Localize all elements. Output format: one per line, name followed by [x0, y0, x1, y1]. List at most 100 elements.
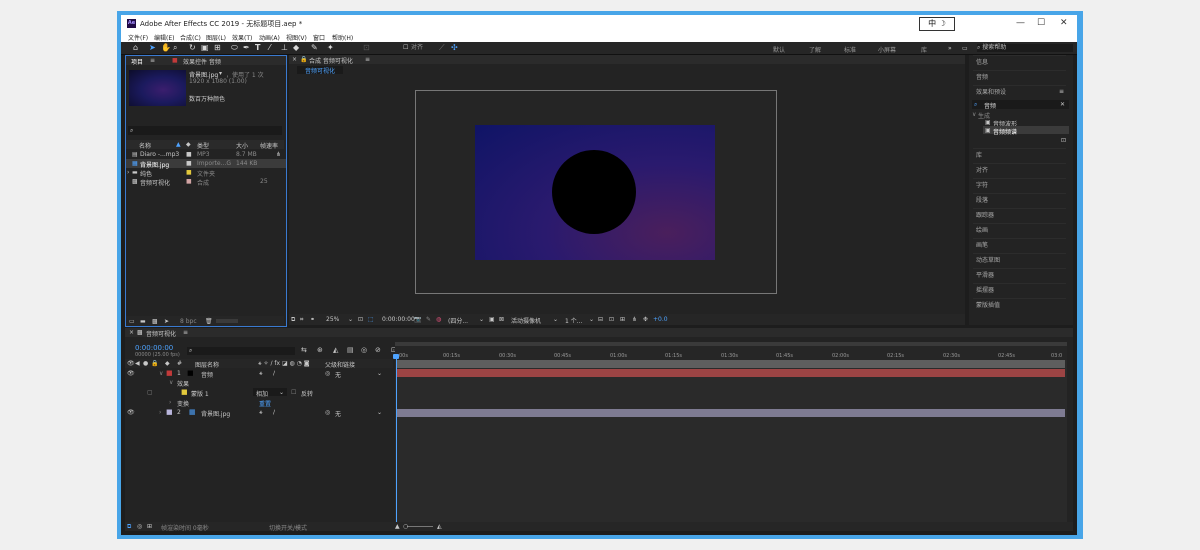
pick-whip-icon[interactable]: ◎	[325, 409, 330, 416]
layer-sub-transform[interactable]: › 变换 重置	[125, 398, 393, 408]
panel-info[interactable]: 信息	[973, 55, 1066, 68]
project-search-input[interactable]: ⌕	[128, 126, 282, 135]
layer-row-background[interactable]: 👁 › ■ 2 ▦ 背景图.jpg ⚹ ∕ ◎ 无 ⌄	[125, 408, 393, 418]
vr-icon[interactable]: ⚭	[310, 316, 315, 323]
pan-behind-tool-icon[interactable]: ⊞	[214, 44, 221, 52]
search-help-field[interactable]: ⌕ 搜索帮助	[977, 44, 1073, 52]
label-column-icon[interactable]: ◆	[186, 141, 191, 148]
expand-chevron-icon[interactable]: ∨	[169, 379, 173, 386]
project-scrollbar[interactable]	[216, 319, 238, 323]
panel-mask-interpolation[interactable]: 蒙版插值	[973, 298, 1066, 311]
video-toggle-icon[interactable]: 👁	[127, 360, 135, 367]
snapshot-icon[interactable]: 📷	[414, 316, 421, 323]
menu-view[interactable]: 视图(V)	[286, 33, 307, 42]
transform-reset-link[interactable]: 重置	[259, 399, 271, 408]
zoom-value[interactable]: 25%	[326, 316, 339, 323]
render-queue-icon[interactable]: ➤	[164, 318, 169, 325]
comp-viewer-frame[interactable]	[415, 90, 777, 294]
table-row[interactable]: › ▬ 纯色 ■ 文件夹	[126, 168, 286, 178]
fast-draft-icon[interactable]: ⊡	[609, 316, 614, 323]
panel-paragraph[interactable]: 段落	[973, 193, 1066, 206]
resolution-value[interactable]: (四分...	[448, 316, 468, 325]
flowchart-icon[interactable]: ⋔	[632, 316, 637, 323]
more-workspaces-icon[interactable]: »	[948, 45, 952, 52]
selection-tool-icon[interactable]: ➤	[149, 44, 156, 52]
composition-subtab[interactable]: 音频可视化	[297, 66, 344, 75]
draft-3d-icon[interactable]: ⊛	[317, 346, 323, 354]
expand-chevron-icon[interactable]: ›	[169, 399, 171, 406]
effect-audio-spectrum[interactable]: 音频频谱	[993, 127, 1017, 136]
layer-row-audio[interactable]: 👁 ∨ ■ 1 ■ 音频 ⚹ ∕ ◎ 无 ⌄	[125, 369, 393, 379]
type-tool-icon[interactable]: T	[255, 44, 260, 52]
region-of-interest-icon[interactable]: ⬚	[368, 316, 374, 323]
table-row[interactable]: ▦ 背景图.jpg ■ Importe...G 144 KB	[126, 159, 286, 169]
table-row[interactable]: ▤ Diaro -...mp3 ■ MP3 8.7 MB ⋔	[126, 150, 286, 159]
workspace-standard[interactable]: 标准	[844, 45, 856, 54]
lock-toggle-icon[interactable]: 🔒	[151, 360, 158, 367]
menu-animation[interactable]: 动画(A)	[259, 33, 280, 42]
tree-expand-icon[interactable]: ∨	[972, 111, 976, 118]
timeline-timecode[interactable]: 0:00:00:00	[135, 344, 173, 352]
expand-icon[interactable]: ✣	[451, 44, 458, 52]
col-fps[interactable]: 帧速率	[260, 141, 278, 150]
rotate-tool-icon[interactable]: ↻	[189, 44, 196, 52]
mask-mode-dropdown[interactable]: 相加 ⌄	[253, 388, 287, 398]
panel-character[interactable]: 字符	[973, 178, 1066, 191]
timeline-zoom-slider[interactable]	[407, 526, 433, 527]
align-checkbox-icon[interactable]: ☐	[403, 44, 408, 52]
playhead[interactable]	[396, 356, 397, 522]
sort-up-icon[interactable]: ▲	[176, 141, 181, 148]
menu-file[interactable]: 文件(F)	[128, 33, 148, 42]
zoom-tool-icon[interactable]: ⌕	[173, 44, 177, 52]
zoom-dropdown-icon[interactable]: ⌄	[348, 316, 353, 323]
col-layer-name[interactable]: 图层名称	[195, 360, 219, 369]
timeline-search-input[interactable]: ⌕	[187, 347, 295, 355]
audio-toggle-icon[interactable]: ◀	[135, 360, 140, 367]
background-image[interactable]	[475, 125, 715, 260]
grid-icon[interactable]: ⌗	[300, 316, 303, 324]
snapping-icon[interactable]: ⟋	[439, 44, 445, 52]
panel-align[interactable]: 对齐	[973, 163, 1066, 176]
flowchart-icon[interactable]: ⋔	[276, 151, 281, 158]
menu-layer[interactable]: 图层(L)	[206, 33, 226, 42]
lock-icon[interactable]: 🔒	[300, 56, 307, 63]
solo-toggle-icon[interactable]: ●	[143, 360, 148, 367]
parent-value[interactable]: 无	[335, 409, 341, 418]
circle-mask-shape[interactable]	[552, 150, 636, 234]
zoom-out-icon[interactable]: ▲	[395, 523, 400, 530]
roto-brush-tool-icon[interactable]: ✎	[311, 44, 318, 52]
camera-dropdown-icon[interactable]: ⌄	[553, 316, 558, 323]
panel-wiggler[interactable]: 摇摆器	[973, 283, 1066, 296]
effects-search-input[interactable]: ⌕ 音频 ✕	[972, 100, 1069, 110]
panel-brushes[interactable]: 画笔	[973, 238, 1066, 251]
project-panel-menu-icon[interactable]: ≡	[150, 57, 155, 64]
composition-panel-menu-icon[interactable]: ≡	[365, 56, 370, 63]
shy-switch-icon[interactable]: ⚹	[259, 409, 263, 417]
zoom-in-icon[interactable]: ◭	[437, 523, 442, 530]
timeline-track-area[interactable]: 00s 00:15s 00:30s 00:45s 01:00s 01:15s 0…	[393, 342, 1067, 522]
timeline-navigator[interactable]	[397, 360, 1065, 368]
parent-dropdown-icon[interactable]: ⌄	[377, 370, 382, 377]
clone-stamp-tool-icon[interactable]: ⊥	[281, 44, 288, 52]
workspace-library[interactable]: 库	[921, 45, 927, 54]
show-snapshot-icon[interactable]: ✎	[426, 316, 431, 323]
menu-effect[interactable]: 效果(T)	[232, 33, 252, 42]
invert-checkbox-icon[interactable]: ☐	[291, 389, 296, 396]
home-icon[interactable]: ⌂	[133, 44, 138, 52]
layer-bar-background[interactable]	[397, 409, 1065, 417]
eraser-tool-icon[interactable]: ◆	[293, 44, 299, 52]
close-icon[interactable]: ✕	[1060, 18, 1068, 28]
toggle-switches-modes[interactable]: 切换开关/模式	[269, 523, 307, 532]
layer-bar-audio[interactable]	[397, 369, 1065, 377]
exposure-value[interactable]: +0.0	[653, 316, 668, 323]
new-composition-icon[interactable]: ▩	[152, 318, 158, 325]
fast-preview-icon[interactable]: ▣	[489, 316, 495, 323]
layer-sub-mask[interactable]: ▢ ■ 蒙版 1 相加 ⌄ ☐ 反转	[125, 388, 393, 398]
bpc-label[interactable]: 8 bpc	[180, 318, 197, 325]
in-out-icon[interactable]: ⊞	[147, 523, 152, 530]
preview-dropdown-icon[interactable]: ▾	[219, 70, 222, 77]
interpret-footage-icon[interactable]: ▭	[129, 318, 135, 325]
clear-search-icon[interactable]: ✕	[1060, 101, 1065, 108]
new-preset-icon[interactable]: ⊡	[1061, 137, 1066, 144]
time-ruler[interactable]: 00s 00:15s 00:30s 00:45s 01:00s 01:15s 0…	[395, 346, 1067, 360]
